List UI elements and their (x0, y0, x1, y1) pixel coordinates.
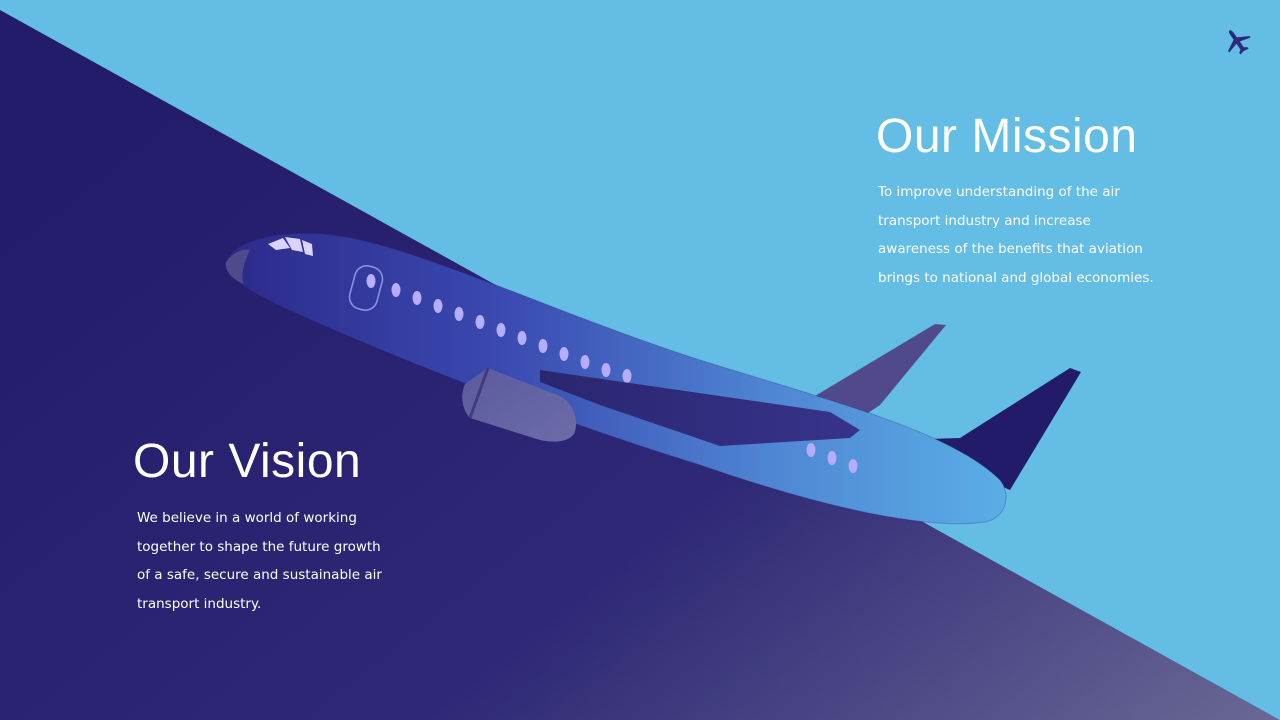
vision-line: transport industry. (137, 596, 262, 613)
vision-line: together to shape the future growth (137, 538, 381, 555)
mission-line: To improve understanding of the air (878, 184, 1120, 200)
mission-line: transport industry and increase (878, 212, 1091, 229)
mission-text: To improve understanding of the air tran… (878, 178, 1178, 293)
mission-line: brings to national and global economies. (878, 270, 1154, 287)
mission-line: awareness of the benefits that aviation (878, 241, 1143, 258)
slide: Our Mission To improve understanding of … (0, 0, 1280, 720)
vision-line: of a safe, secure and sustainable air (137, 567, 382, 584)
vision-text: We believe in a world of working togethe… (137, 504, 407, 619)
airplane-icon (1228, 30, 1251, 55)
vision-line: We believe in a world of working (137, 510, 357, 526)
mission-title: Our Mission (876, 110, 1138, 163)
vision-title: Our Vision (133, 435, 362, 488)
